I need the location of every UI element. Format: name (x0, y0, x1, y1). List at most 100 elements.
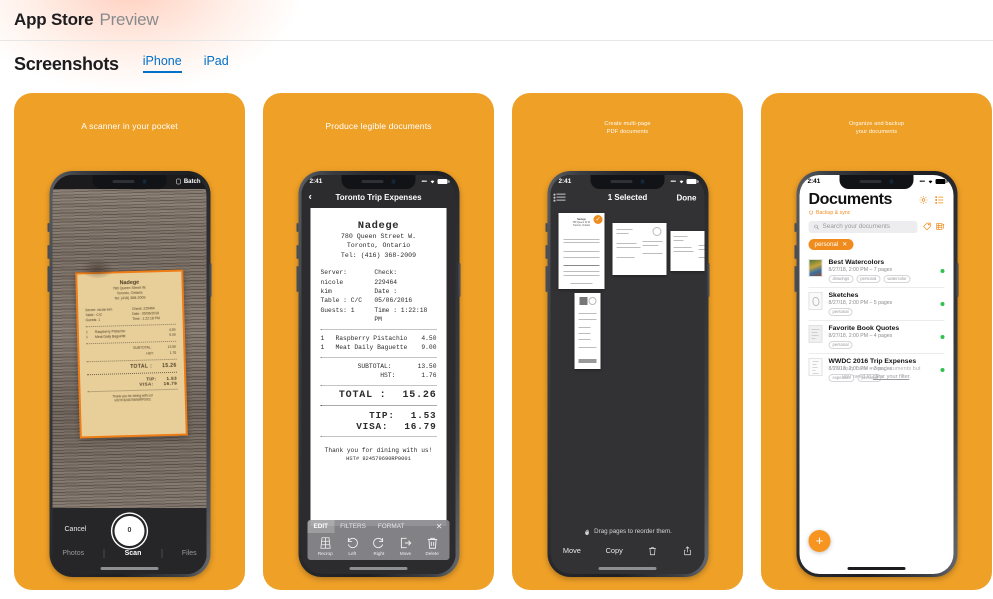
list-item[interactable]: Favorite Book Quotes 8/27/18, 2:00 PM – … (808, 321, 945, 354)
filter-chip-label: personal (814, 240, 839, 248)
action-label: Left (348, 550, 357, 556)
toolbar-tab-format[interactable]: FORMAT (372, 520, 411, 533)
close-icon[interactable]: ✕ (842, 241, 847, 248)
page-thumbnail[interactable] (612, 222, 667, 275)
shutter-button[interactable]: 0 (114, 515, 145, 546)
tab-divider (103, 548, 105, 558)
action-delete[interactable]: Delete (425, 536, 439, 556)
mode-photos[interactable]: Photos (62, 550, 84, 557)
power-button (707, 263, 710, 297)
clear-filter-link[interactable]: clear your filter (873, 374, 909, 380)
card-caption-3: Create multi-page PDF documents (512, 121, 743, 136)
back-chevron-icon[interactable]: ‹ (309, 192, 312, 203)
receipt-server: Server: nicole kim (320, 269, 347, 296)
empty-note-line-2: you need to clear your filter. (816, 373, 938, 381)
mute-switch (545, 223, 548, 232)
screenshot-card-1[interactable]: A scanner in your pocket Nadege 780 Quee… (14, 93, 245, 590)
document-date: 8/27/18, 2:00 PM – 7 pages (828, 266, 893, 273)
tab-iphone[interactable]: iPhone (142, 54, 182, 73)
receipt-hst-label: HST: (145, 351, 154, 356)
tag-icon[interactable] (923, 222, 932, 231)
action-move[interactable]: Move (399, 536, 413, 556)
page-thumbnail[interactable] (574, 292, 601, 369)
tag[interactable]: watercolor (883, 274, 911, 283)
document-date: 8/27/18, 2:00 PM – 4 pages (828, 332, 893, 339)
receipt-item-qty: 1 (320, 344, 325, 352)
edit-toolbar-actions: Recrop Left Right Move Delete (308, 533, 450, 556)
list-view-icon[interactable] (553, 192, 566, 203)
receipt-item-price: 9.00 (168, 333, 176, 338)
move-button[interactable]: Move (563, 546, 581, 555)
detected-receipt[interactable]: Nadege 780 Queen Street W. Toronto, Onta… (74, 269, 188, 439)
receipt-total-label: TOTAL : (338, 389, 387, 401)
document-tags: personal (828, 307, 935, 316)
tag[interactable]: drawings (828, 274, 854, 283)
document-thumbnail (808, 291, 823, 310)
close-icon[interactable]: ✕ (436, 522, 450, 531)
done-button[interactable]: Done (677, 193, 697, 202)
toolbar-tab-filters[interactable]: FILTERS (334, 520, 372, 533)
page-thumbnail[interactable] (670, 230, 705, 271)
document-tags: personal (828, 340, 935, 349)
toolbar-tab-edit[interactable]: EDIT (307, 519, 335, 533)
screenshot-gallery: A scanner in your pocket Nadege 780 Quee… (14, 93, 992, 590)
trash-icon[interactable] (647, 545, 657, 557)
caption-line-2: your documents (855, 128, 898, 135)
screenshot-card-3[interactable]: Create multi-page PDF documents 2:41 •••… (512, 93, 743, 590)
mute-switch (296, 223, 299, 232)
document-date: 8/27/18, 2:00 PM – 5 pages (828, 299, 893, 306)
sort-icon[interactable] (936, 222, 945, 231)
receipt-subtotal-value: 13.50 (417, 362, 437, 370)
gear-icon[interactable] (919, 195, 929, 205)
screenshot-card-2[interactable]: Produce legible documents 2:41 •••• ‹ To… (263, 93, 494, 590)
receipt-total-label: TOTAL : (129, 363, 152, 371)
document-page[interactable]: Nadege 780 Queen Street W. Toronto, Onta… (310, 207, 447, 526)
list-item[interactable]: Best Watercolors 8/27/18, 2:00 PM – 7 pa… (808, 255, 945, 288)
document-name: WWDC 2016 Trip Expenses (828, 357, 917, 365)
empty-note-prefix: you need to (842, 373, 873, 380)
list-item[interactable]: Sketches 8/27/18, 2:00 PM – 5 pages pers… (808, 288, 945, 321)
page-thumbnail[interactable]: Nadege 780 Queen St W. Toronto, Ontario ✓ (558, 212, 605, 289)
mode-files[interactable]: Files (182, 550, 197, 557)
receipt-time: Time : 1:22:18 PM (374, 306, 428, 324)
action-rotate-right[interactable]: Right (372, 536, 386, 556)
iphone-screen-2: 2:41 •••• ‹ Toronto Trip Expenses Nadege… (301, 174, 456, 574)
batch-button[interactable]: Batch (184, 179, 201, 185)
action-recrop[interactable]: Recrop (318, 536, 333, 556)
signal-icon: •••• (919, 178, 925, 185)
home-indicator-1[interactable] (100, 566, 159, 570)
home-indicator-2[interactable] (349, 566, 408, 570)
signal-icon: •••• (421, 178, 427, 185)
add-document-button[interactable]: + (808, 529, 831, 552)
status-badge (940, 268, 945, 273)
receipt-table: Table : C/C (320, 297, 363, 305)
receipt-item-price: 9.00 (421, 344, 437, 352)
tag[interactable]: personal (856, 274, 881, 283)
home-indicator-4[interactable] (847, 566, 906, 570)
notch-4 (839, 174, 914, 189)
screenshot-card-4[interactable]: Organize and backup your documents 2:41 … (761, 93, 992, 590)
iphone-frame-2: 2:41 •••• ‹ Toronto Trip Expenses Nadege… (296, 171, 461, 577)
filter-chip-personal[interactable]: personal ✕ (808, 238, 854, 250)
receipt-line-item: 1 Raspberry Pistachio 4.50 (321, 334, 437, 343)
action-label: Delete (425, 550, 439, 556)
copy-button[interactable]: Copy (606, 546, 623, 555)
drag-hand-icon (584, 529, 589, 535)
tag[interactable]: personal (828, 340, 853, 349)
iphone-screen-3: 2:41 •••• 1 Selected Done Nadege 780 Que… (550, 174, 705, 574)
mode-scan[interactable]: Scan (125, 550, 142, 557)
tab-ipad[interactable]: iPad (204, 54, 229, 73)
action-rotate-left[interactable]: Left (345, 536, 359, 556)
receipt-tip-value: 1.53 (410, 409, 437, 421)
cancel-button[interactable]: Cancel (65, 526, 87, 533)
list-view-icon[interactable] (935, 195, 945, 205)
tag[interactable]: personal (828, 307, 853, 316)
camera-viewfinder[interactable]: Nadege 780 Queen Street W. Toronto, Onta… (52, 188, 207, 508)
receipt-hst-number: HST# 824579690RP0001 (346, 455, 411, 462)
backup-sync-status[interactable]: Backup & sync (809, 210, 945, 216)
search-input[interactable]: Search your documents (808, 220, 918, 233)
share-icon[interactable] (682, 545, 692, 557)
pages-grid[interactable]: Nadege 780 Queen St W. Toronto, Ontario ✓ (557, 211, 705, 514)
selected-check-icon: ✓ (593, 214, 603, 224)
home-indicator-3[interactable] (598, 566, 657, 570)
